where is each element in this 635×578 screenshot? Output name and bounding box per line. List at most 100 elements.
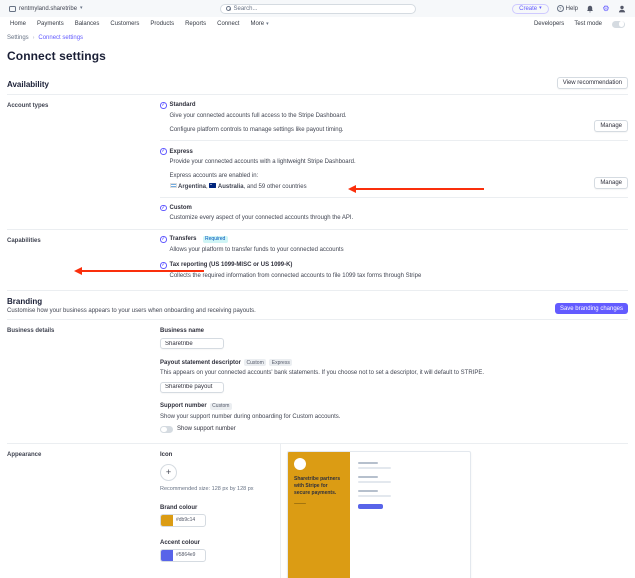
breadcrumb-settings[interactable]: Settings — [7, 35, 29, 41]
account-name: rentmyland.sharetribe — [19, 6, 77, 12]
plus-icon: + — [166, 467, 171, 477]
australia-flag-icon — [209, 183, 216, 188]
nav-item-balances[interactable]: Balances — [75, 21, 100, 27]
payout-descriptor-description: This appears on your connected accounts'… — [160, 369, 628, 377]
search-input[interactable]: Search... — [220, 4, 416, 14]
preview-dash — [294, 503, 306, 505]
custom-title: Custom — [170, 205, 192, 211]
skeleton-line — [358, 490, 378, 492]
developers-link[interactable]: Developers — [534, 21, 564, 27]
capabilities-row: Capabilities ✓ Transfers Required Allows… — [7, 230, 628, 290]
required-badge: Required — [203, 236, 228, 243]
argentina-flag-icon — [170, 183, 177, 188]
main-content: Connect settings Availability View recom… — [0, 49, 635, 578]
brand-colour-input[interactable]: #db9c14 — [160, 514, 206, 527]
preview-accent-button — [358, 504, 383, 509]
tax-reporting-description: Collects the required information from c… — [170, 272, 629, 280]
payout-descriptor-group: Payout statement descriptor Custom Expre… — [160, 359, 628, 392]
bell-icon[interactable] — [586, 5, 594, 13]
account-types-row: Account types ✓ Standard Give your conne… — [7, 95, 628, 229]
view-recommendation-button[interactable]: View recommendation — [557, 77, 628, 89]
branding-header: Branding Customise how your business app… — [7, 291, 628, 319]
help-icon: ? — [557, 5, 564, 12]
help-button[interactable]: ? Help — [557, 5, 578, 12]
availability-heading: Availability — [7, 80, 49, 89]
account-type-standard: ✓ Standard Give your connected accounts … — [160, 95, 628, 141]
main-nav: Home Payments Balances Customers Product… — [0, 17, 635, 31]
breadcrumb-connect-settings[interactable]: Connect settings — [38, 35, 83, 41]
custom-badge: Custom — [210, 403, 232, 410]
appearance-label: Appearance — [7, 444, 160, 578]
express-title: Express — [170, 149, 193, 155]
upload-icon-button[interactable]: + — [160, 464, 177, 481]
save-branding-changes-button[interactable]: Save branding changes — [555, 303, 628, 314]
branding-subtitle: Customise how your business appears to y… — [7, 308, 256, 314]
checkmark-icon: ✓ — [160, 262, 167, 269]
checkmark-icon: ✓ — [160, 102, 167, 109]
capabilities-label: Capabilities — [7, 230, 160, 282]
nav-item-home[interactable]: Home — [10, 21, 26, 27]
show-support-number-label: Show support number — [177, 426, 236, 432]
account-type-custom: ✓ Custom Customize every aspect of your … — [160, 198, 628, 229]
accent-colour-label: Accent colour — [160, 540, 280, 546]
nav-item-connect[interactable]: Connect — [217, 21, 239, 27]
skeleton-line — [358, 476, 378, 478]
branding-preview-area: Sharetribe partners with Stripe for secu… — [280, 444, 628, 578]
preview-form-panel — [350, 452, 470, 578]
business-details-row: Business details Business name Payout st… — [7, 320, 628, 443]
brand-colour-value: #db9c14 — [173, 517, 195, 523]
business-name-input[interactable] — [160, 338, 224, 349]
payout-descriptor-input[interactable] — [160, 382, 224, 393]
breadcrumb: Settings › Connect settings — [0, 31, 635, 44]
test-mode-toggle[interactable] — [612, 21, 625, 28]
checkmark-icon: ✓ — [160, 148, 167, 155]
top-bar-actions: Create ▾ ? Help ⚙ — [512, 4, 626, 14]
nav-more-menu[interactable]: More ▾ — [250, 21, 268, 27]
branding-preview-card: Sharetribe partners with Stripe for secu… — [287, 451, 471, 578]
manage-express-button[interactable]: Manage — [594, 177, 628, 189]
branding-heading: Branding — [7, 297, 256, 306]
gear-icon[interactable]: ⚙ — [602, 5, 610, 13]
nav-item-reports[interactable]: Reports — [185, 21, 206, 27]
search-placeholder: Search... — [234, 6, 258, 12]
nav-item-payments[interactable]: Payments — [37, 21, 64, 27]
express-badge: Express — [269, 359, 292, 366]
support-number-description: Show your support number during onboardi… — [160, 413, 628, 421]
transfers-description: Allows your platform to transfer funds t… — [170, 246, 629, 254]
payout-descriptor-label: Payout statement descriptor — [160, 360, 241, 366]
support-number-label: Support number — [160, 403, 207, 409]
show-support-number-toggle[interactable] — [160, 426, 173, 433]
connect-settings-page: rentmyland.sharetribe ▾ Search... Create… — [0, 0, 635, 578]
nav-item-customers[interactable]: Customers — [110, 21, 139, 27]
availability-header: Availability View recommendation — [7, 75, 628, 94]
accent-colour-input[interactable]: #5864e9 — [160, 549, 206, 562]
workspace-icon — [9, 6, 16, 12]
page-title: Connect settings — [7, 49, 628, 63]
capability-tax-reporting: ✓ Tax reporting (US 1099-MISC or US 1099… — [160, 256, 628, 282]
checkmark-icon: ✓ — [160, 236, 167, 243]
create-button[interactable]: Create ▾ — [512, 4, 549, 14]
custom-description: Customize every aspect of your connected… — [170, 214, 629, 222]
nav-item-products[interactable]: Products — [150, 21, 174, 27]
accent-colour-swatch — [161, 550, 173, 561]
breadcrumb-separator-icon: › — [33, 35, 35, 41]
icon-label: Icon — [160, 452, 280, 458]
manage-standard-button[interactable]: Manage — [594, 120, 628, 132]
icon-size-hint: Recommended size: 128 px by 128 px — [160, 486, 280, 492]
express-description: Provide your connected accounts with a l… — [170, 158, 595, 166]
standard-extra: Configure platform controls to manage se… — [170, 126, 595, 134]
account-switcher[interactable]: rentmyland.sharetribe ▾ — [9, 6, 83, 12]
support-number-group: Support number Custom Show your support … — [160, 403, 628, 433]
test-mode-label: Test mode — [574, 21, 602, 27]
preview-brand-panel: Sharetribe partners with Stripe for secu… — [288, 452, 350, 578]
preview-logo-placeholder — [294, 458, 306, 470]
accent-colour-value: #5864e9 — [173, 552, 195, 558]
business-name-label: Business name — [160, 328, 628, 334]
custom-badge: Custom — [244, 359, 266, 366]
standard-description: Give your connected accounts full access… — [170, 112, 595, 120]
profile-icon[interactable] — [618, 5, 626, 13]
chevron-down-icon: ▾ — [539, 6, 542, 11]
nav-right: Developers Test mode — [534, 21, 625, 28]
skeleton-line — [358, 481, 391, 483]
top-bar: rentmyland.sharetribe ▾ Search... Create… — [0, 0, 635, 17]
